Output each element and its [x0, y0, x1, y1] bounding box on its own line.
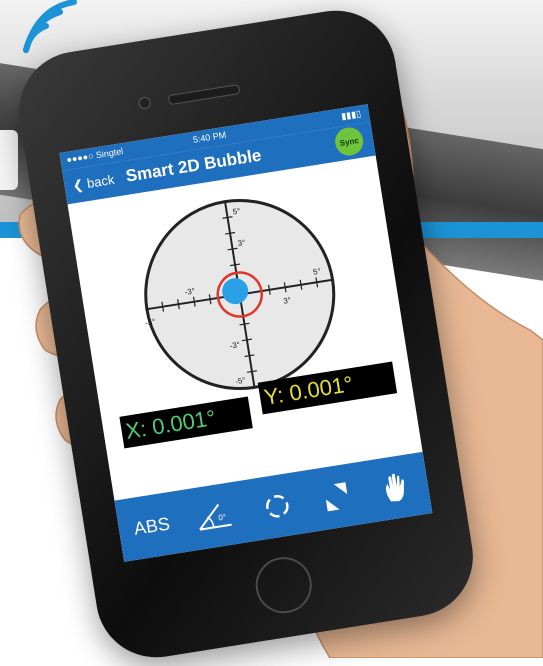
angle-button[interactable]: 0°	[180, 481, 249, 552]
phone-screen: ●●●●○ Singtel 5:40 PM ▮▮▮▯ ❮ back Smart …	[59, 104, 433, 562]
rotate-button[interactable]	[245, 471, 310, 541]
front-camera	[137, 96, 152, 110]
phone: ●●●●○ Singtel 5:40 PM ▮▮▮▯ ❮ back Smart …	[10, 2, 482, 666]
battery-icon: ▮▮▮▯	[340, 108, 362, 122]
earpiece-speaker	[167, 84, 241, 106]
flip-button[interactable]	[304, 462, 369, 532]
back-button[interactable]: ❮ back	[72, 172, 116, 194]
back-label: back	[85, 171, 116, 191]
flip-icon	[325, 482, 348, 512]
angle-icon: 0°	[199, 503, 232, 531]
hand-button[interactable]	[363, 452, 428, 522]
chevron-left-icon: ❮	[71, 176, 85, 194]
tick-label-left5: -5°	[144, 317, 156, 328]
tick-label-up3: 3°	[237, 238, 246, 248]
tick-label-right3: 3°	[283, 296, 292, 306]
abs-label: ABS	[132, 512, 172, 539]
tick-label-down3: -3°	[229, 340, 241, 351]
tick-label-left3: -3°	[184, 287, 196, 298]
tick-label-top: 5°	[232, 206, 241, 216]
rotate-icon	[266, 494, 289, 518]
hand-icon	[385, 473, 404, 502]
x-angle-readout: X: 0.001°	[119, 396, 253, 449]
abs-button[interactable]: ABS	[120, 491, 183, 561]
clock-label: 5:40 PM	[192, 129, 227, 145]
tick-label-bottom: -5°	[235, 376, 247, 387]
bottom-toolbar: ABS 0°	[114, 451, 433, 562]
tick-label-right5: 5°	[312, 267, 321, 277]
home-button[interactable]	[251, 553, 316, 618]
angle-zero-label: 0°	[218, 512, 227, 522]
